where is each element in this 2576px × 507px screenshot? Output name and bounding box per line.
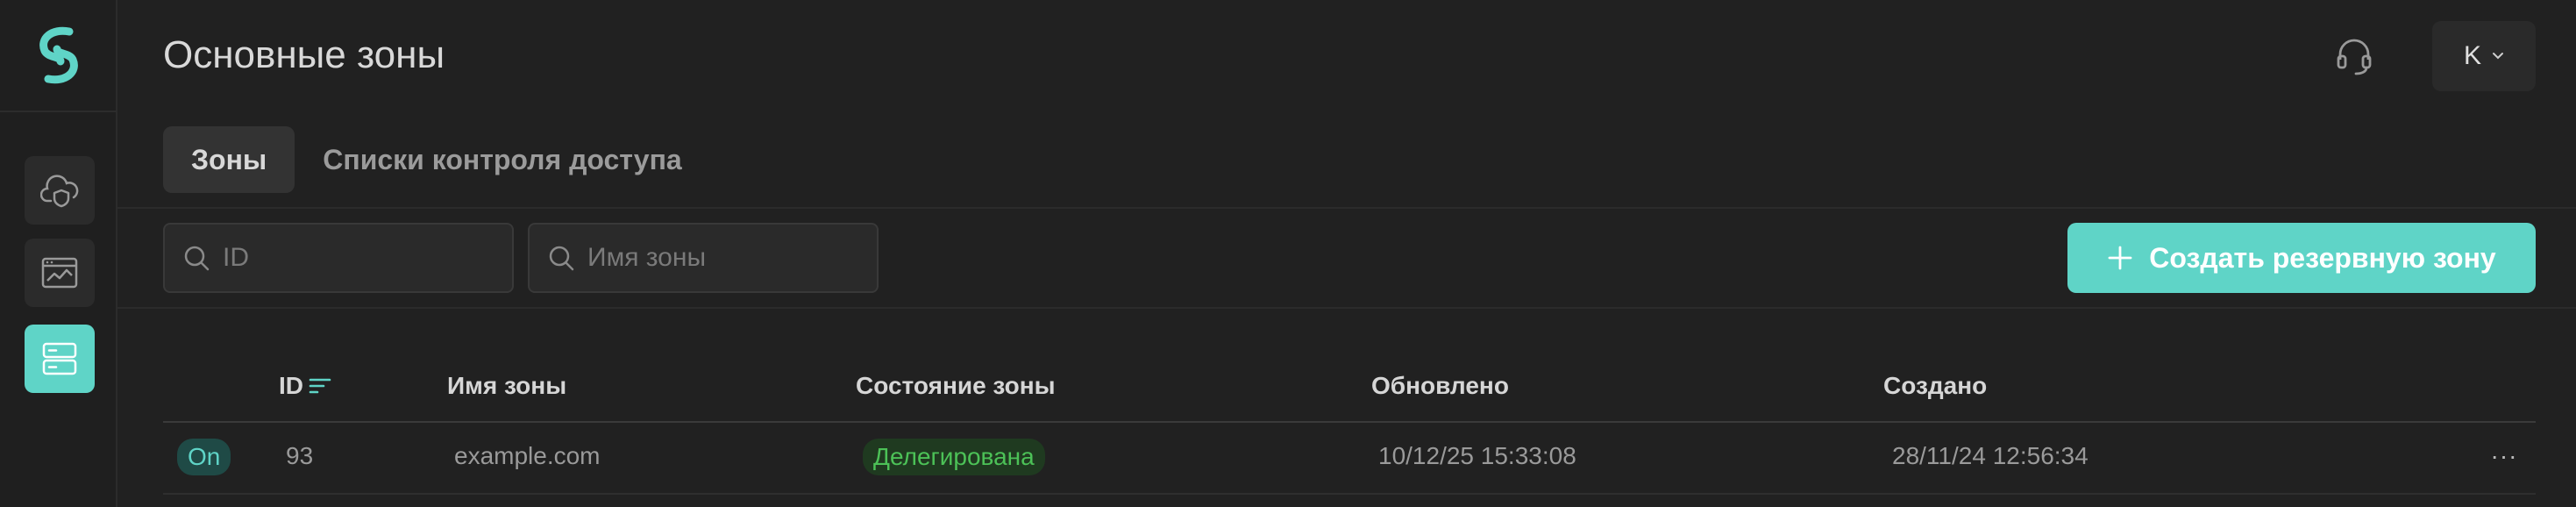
tab-bar: Зоны Списки контроля доступа [163, 126, 694, 193]
tab-zones[interactable]: Зоны [163, 126, 295, 193]
zone-name-search-input[interactable] [587, 243, 868, 273]
chevron-down-icon [2493, 53, 2503, 60]
id-search-input[interactable] [223, 243, 503, 273]
logo[interactable] [0, 0, 117, 112]
zone-id: 93 [286, 442, 314, 469]
nav-monitoring[interactable] [25, 239, 95, 307]
search-icon [184, 246, 210, 271]
zone-created: 28/11/24 12:56:34 [1892, 442, 2089, 469]
support-button[interactable] [2332, 35, 2376, 79]
tab-access-control-lists[interactable]: Списки контроля доступа [310, 126, 694, 193]
id-search-field[interactable] [163, 223, 514, 293]
table-header-divider [163, 421, 2536, 423]
sort-icon [309, 378, 331, 394]
divider [117, 207, 2576, 209]
page-title: Основные зоны [163, 33, 445, 76]
user-menu-button[interactable]: K [2432, 21, 2536, 91]
plus-icon [2108, 246, 2132, 270]
sidebar [0, 0, 117, 507]
column-header-zone-status[interactable]: Состояние зоны [856, 372, 1056, 400]
zone-name[interactable]: example.com [454, 442, 601, 470]
column-header-id[interactable]: ID [279, 372, 331, 400]
server-icon [42, 342, 77, 375]
headset-icon [2337, 39, 2372, 75]
nav-dns-zones[interactable] [25, 325, 95, 393]
column-header-zone-name[interactable]: Имя зоны [447, 372, 566, 400]
zone-name-search-field[interactable] [528, 223, 879, 293]
column-header-created[interactable]: Создано [1883, 372, 1987, 400]
cloud-shield-icon [40, 175, 79, 208]
status-badge: Делегирована [863, 439, 1045, 475]
user-initial: K [2463, 41, 2481, 70]
nav-cloud-security[interactable] [25, 156, 95, 225]
zone-enabled-toggle[interactable]: On [177, 439, 231, 475]
logo-icon [39, 26, 78, 84]
more-icon[interactable]: ··· [2487, 439, 2522, 474]
column-header-updated[interactable]: Обновлено [1371, 372, 1509, 400]
browser-chart-icon [41, 257, 78, 289]
search-icon [549, 246, 574, 271]
column-header-id-label: ID [279, 372, 303, 399]
create-backup-zone-label: Создать резервную зону [2149, 241, 2496, 274]
create-backup-zone-button[interactable]: Создать резервную зону [2067, 223, 2536, 293]
table-row-divider [163, 493, 2536, 495]
divider [117, 307, 2576, 309]
zone-updated: 10/12/25 15:33:08 [1378, 442, 1576, 469]
